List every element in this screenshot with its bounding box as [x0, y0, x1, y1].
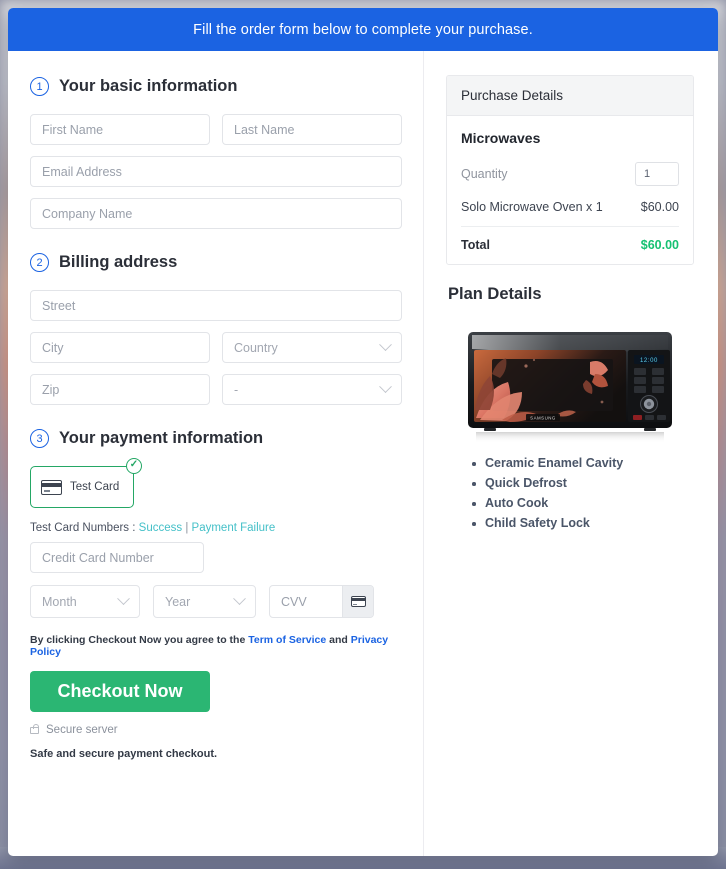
expiry-year-select[interactable]: Year	[153, 585, 256, 618]
expiry-month-select[interactable]: Month	[30, 585, 140, 618]
expiry-month-value: Month	[42, 594, 77, 609]
list-item: Quick Defrost	[472, 476, 694, 490]
city-country-row: City Country	[30, 332, 402, 363]
safe-checkout-note: Safe and secure payment checkout.	[30, 748, 218, 760]
form-column: 1 Your basic information First Name Last…	[8, 51, 424, 856]
total-label: Total	[461, 238, 490, 252]
test-card-numbers-label: Test Card Numbers :	[30, 522, 136, 534]
section-title-billing-address: Billing address	[59, 253, 178, 271]
quantity-label: Quantity	[461, 167, 508, 181]
list-item: Ceramic Enamel Cavity	[472, 456, 694, 470]
banner-message: Fill the order form below to complete yo…	[193, 21, 533, 38]
cvv-input[interactable]: CVV	[269, 585, 374, 618]
plan-feature-list: Ceramic Enamel Cavity Quick Defrost Auto…	[472, 456, 694, 530]
success-card-link[interactable]: Success	[139, 522, 182, 534]
chevron-down-icon	[379, 380, 392, 394]
svg-text:12:00: 12:00	[640, 358, 658, 364]
city-input[interactable]: City	[30, 332, 210, 363]
section-header-basic-info: 1 Your basic information	[30, 77, 402, 96]
plan-details-title: Plan Details	[448, 285, 542, 303]
country-select-value: Country	[234, 340, 278, 355]
state-select[interactable]: -	[222, 374, 402, 405]
line-item-price: $60.00	[640, 200, 679, 214]
cvv-help-button[interactable]	[342, 586, 373, 617]
section-number-1: 1	[30, 77, 49, 96]
purchase-details-header: Purchase Details	[447, 76, 693, 116]
section-title-payment-info: Your payment information	[59, 429, 264, 447]
line-item-row: Solo Microwave Oven x 1 $60.00	[461, 200, 679, 227]
terms-of-service-link[interactable]: Term of Service	[248, 634, 326, 646]
expiry-cvv-row: Month Year CVV	[30, 585, 402, 618]
purchase-details-panel: Purchase Details Microwaves Quantity 1 S…	[446, 75, 694, 265]
terms-prefix: By clicking Checkout Now you agree to th…	[30, 634, 246, 646]
svg-text:SAMSUNG: SAMSUNG	[530, 416, 556, 421]
summary-column: Purchase Details Microwaves Quantity 1 S…	[424, 51, 718, 856]
check-circle-icon: ✓	[126, 458, 142, 474]
zip-input[interactable]: Zip	[30, 374, 210, 405]
email-row: Email Address	[30, 156, 402, 187]
quantity-input[interactable]: 1	[635, 162, 679, 186]
checkout-now-button[interactable]: Checkout Now	[30, 671, 210, 712]
section-number-2: 2	[30, 253, 49, 272]
test-card-option[interactable]: Test Card	[30, 466, 134, 508]
link-separator: |	[185, 522, 189, 534]
street-input[interactable]: Street	[30, 290, 402, 321]
company-row: Company Name	[30, 198, 402, 229]
top-banner: Fill the order form below to complete yo…	[8, 8, 718, 51]
section-header-payment-info: 3 Your payment information	[30, 429, 402, 448]
section-header-billing-address: 2 Billing address	[30, 253, 402, 272]
credit-card-icon	[350, 596, 366, 607]
terms-agreement-text: By clicking Checkout Now you agree to th…	[30, 634, 402, 658]
line-item-label: Solo Microwave Oven x 1	[461, 200, 603, 214]
quantity-row: Quantity 1	[461, 162, 679, 186]
state-select-value: -	[234, 382, 239, 397]
test-card-option-wrapper: Test Card ✓	[30, 458, 142, 508]
cvv-placeholder: CVV	[281, 594, 307, 609]
secure-server-label: Secure server	[46, 724, 118, 736]
terms-and: and	[329, 634, 348, 646]
email-input[interactable]: Email Address	[30, 156, 402, 187]
payment-failure-card-link[interactable]: Payment Failure	[192, 522, 276, 534]
credit-card-icon	[41, 479, 62, 495]
total-price: $60.00	[640, 238, 679, 252]
test-card-numbers-row: Test Card Numbers : Success | Payment Fa…	[30, 522, 402, 534]
total-row: Total $60.00	[461, 238, 679, 252]
list-item: Child Safety Lock	[472, 516, 694, 530]
secure-server-note: Secure server	[30, 723, 402, 736]
first-name-input[interactable]: First Name	[30, 114, 210, 145]
name-row: First Name Last Name	[30, 114, 402, 145]
chevron-down-icon	[117, 592, 130, 606]
last-name-input[interactable]: Last Name	[222, 114, 402, 145]
chevron-down-icon	[379, 338, 392, 352]
section-number-3: 3	[30, 429, 49, 448]
list-item: Auto Cook	[472, 496, 694, 510]
card-body: 1 Your basic information First Name Last…	[8, 51, 718, 856]
lock-icon	[30, 723, 39, 734]
zip-state-row: Zip -	[30, 374, 402, 405]
country-select[interactable]: Country	[222, 332, 402, 363]
product-image-microwave: SAMSUNG 12:00	[468, 332, 672, 443]
company-name-input[interactable]: Company Name	[30, 198, 402, 229]
purchase-details-body: Microwaves Quantity 1 Solo Microwave Ove…	[447, 116, 693, 264]
expiry-year-value: Year	[165, 594, 191, 609]
checkout-card: Fill the order form below to complete yo…	[8, 8, 718, 856]
purchase-product-title: Microwaves	[461, 130, 541, 146]
credit-card-number-input[interactable]: Credit Card Number	[30, 542, 204, 573]
chevron-down-icon	[233, 592, 246, 606]
section-title-basic-info: Your basic information	[59, 77, 238, 95]
test-card-label: Test Card	[70, 481, 120, 493]
street-row: Street	[30, 290, 402, 321]
